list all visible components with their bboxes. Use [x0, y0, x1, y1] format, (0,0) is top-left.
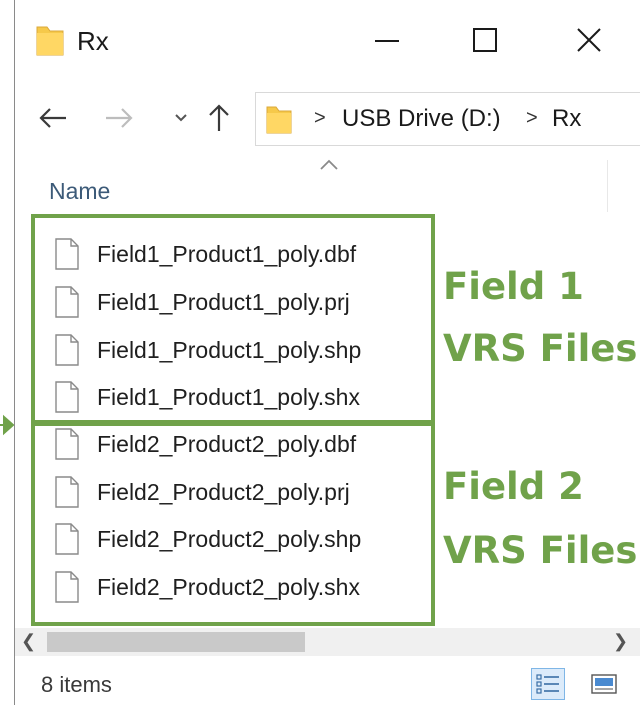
folder-icon: [266, 106, 292, 134]
large-icons-view-button[interactable]: [587, 668, 621, 700]
field1-annotation-line1: Field 1: [443, 265, 584, 308]
field2-annotation-line2: VRS Files: [443, 529, 638, 572]
field1-annotation-line2: VRS Files: [443, 327, 638, 370]
window-title: Rx: [77, 26, 109, 56]
breadcrumb-rx[interactable]: Rx: [552, 105, 581, 133]
back-button[interactable]: [35, 100, 71, 136]
status-bar: 8 items: [15, 656, 640, 705]
maximize-icon: [473, 28, 497, 52]
sort-ascending-icon: [320, 159, 338, 170]
pointer-arrow-icon: [0, 414, 14, 436]
navigation-bar: > USB Drive (D:) > Rx: [15, 82, 640, 152]
minimize-icon: [375, 40, 399, 42]
maximize-button[interactable]: [455, 14, 515, 66]
recent-locations-icon: [175, 114, 187, 122]
address-bar[interactable]: > USB Drive (D:) > Rx: [255, 92, 640, 146]
back-arrow-icon: [39, 108, 66, 128]
breadcrumb-usb-drive[interactable]: USB Drive (D:): [342, 105, 501, 133]
breadcrumb-separator[interactable]: >: [314, 107, 326, 130]
scrollbar-thumb[interactable]: [47, 632, 305, 652]
details-view-button[interactable]: [531, 668, 565, 700]
up-arrow-icon: [209, 104, 229, 131]
minimize-button[interactable]: [357, 14, 417, 66]
details-view-icon: [536, 674, 559, 694]
folder-icon: [36, 26, 64, 56]
field2-annotation-line1: Field 2: [443, 465, 584, 508]
close-icon: [577, 28, 601, 52]
breadcrumb-separator[interactable]: >: [526, 107, 538, 130]
scroll-right-icon[interactable]: ❯: [613, 631, 628, 652]
forward-arrow-icon: [106, 108, 133, 128]
title-bar: Rx: [15, 0, 640, 82]
column-divider[interactable]: [607, 160, 608, 212]
close-button[interactable]: [559, 14, 619, 66]
recent-locations-button[interactable]: [163, 100, 199, 136]
column-header[interactable]: Name: [15, 152, 640, 214]
field2-highlight-box: [31, 422, 435, 626]
large-icons-view-icon: [591, 674, 617, 694]
scroll-left-icon[interactable]: ❮: [21, 631, 36, 652]
explorer-window: Rx > USB Drive (D:) > Rx Name Field1_Pro…: [14, 0, 640, 705]
forward-button[interactable]: [101, 100, 137, 136]
field1-highlight-box: [31, 214, 435, 424]
name-column-label[interactable]: Name: [49, 178, 110, 205]
up-button[interactable]: [201, 100, 237, 136]
horizontal-scrollbar[interactable]: ❮ ❯: [15, 628, 640, 656]
item-count: 8 items: [41, 672, 112, 697]
